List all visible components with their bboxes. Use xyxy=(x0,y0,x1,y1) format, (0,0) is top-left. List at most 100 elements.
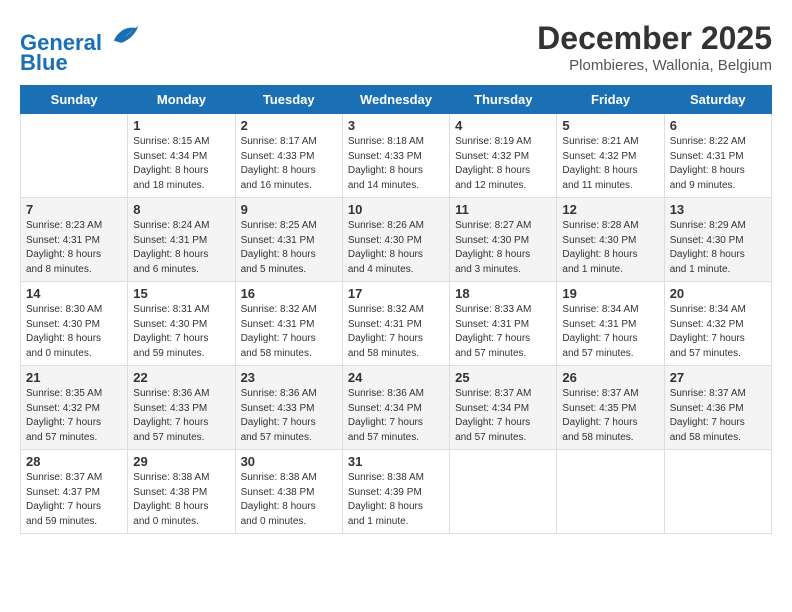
day-info: Sunrise: 8:34 AMSunset: 4:32 PMDaylight:… xyxy=(670,303,766,361)
calendar-cell: 19 Sunrise: 8:34 AMSunset: 4:31 PMDayligh… xyxy=(557,282,664,366)
calendar-week-row: 7 Sunrise: 8:23 AMSunset: 4:31 PMDaylight… xyxy=(21,198,772,282)
day-number: 7 xyxy=(26,202,122,217)
month-title: December 2025 xyxy=(537,20,772,57)
day-info: Sunrise: 8:24 AMSunset: 4:31 PMDaylight:… xyxy=(133,219,229,277)
day-info: Sunrise: 8:37 AMSunset: 4:37 PMDaylight:… xyxy=(26,471,122,529)
day-info: Sunrise: 8:22 AMSunset: 4:31 PMDaylight:… xyxy=(670,135,766,193)
day-number: 20 xyxy=(670,286,766,301)
calendar-cell xyxy=(664,450,771,534)
day-number: 9 xyxy=(241,202,337,217)
day-info: Sunrise: 8:25 AMSunset: 4:31 PMDaylight:… xyxy=(241,219,337,277)
calendar-cell: 30 Sunrise: 8:38 AMSunset: 4:38 PMDayligh… xyxy=(235,450,342,534)
day-number: 12 xyxy=(562,202,658,217)
day-number: 27 xyxy=(670,370,766,385)
location-subtitle: Plombieres, Wallonia, Belgium xyxy=(537,57,772,74)
day-info: Sunrise: 8:26 AMSunset: 4:30 PMDaylight:… xyxy=(348,219,444,277)
calendar-cell: 18 Sunrise: 8:33 AMSunset: 4:31 PMDayligh… xyxy=(450,282,557,366)
day-info: Sunrise: 8:35 AMSunset: 4:32 PMDaylight:… xyxy=(26,387,122,445)
day-info: Sunrise: 8:21 AMSunset: 4:32 PMDaylight:… xyxy=(562,135,658,193)
calendar-week-row: 1Sunrise: 8:15 AMSunset: 4:34 PMDaylight… xyxy=(21,114,772,198)
calendar-cell: 14Sunrise: 8:30 AMSunset: 4:30 PMDayligh… xyxy=(21,282,128,366)
day-info: Sunrise: 8:23 AMSunset: 4:31 PMDaylight:… xyxy=(26,219,122,277)
calendar-cell: 28 Sunrise: 8:37 AMSunset: 4:37 PMDayligh… xyxy=(21,450,128,534)
calendar-cell: 12 Sunrise: 8:28 AMSunset: 4:30 PMDayligh… xyxy=(557,198,664,282)
day-info: Sunrise: 8:31 AMSunset: 4:30 PMDaylight:… xyxy=(133,303,229,361)
page-header: General Blue December 2025 Plombieres, W… xyxy=(20,20,772,75)
day-number: 30 xyxy=(241,454,337,469)
calendar-cell: 29Sunrise: 8:38 AMSunset: 4:38 PMDayligh… xyxy=(128,450,235,534)
day-number: 10 xyxy=(348,202,444,217)
calendar-cell: 13 Sunrise: 8:29 AMSunset: 4:30 PMDayligh… xyxy=(664,198,771,282)
calendar-cell xyxy=(450,450,557,534)
day-info: Sunrise: 8:17 AMSunset: 4:33 PMDaylight:… xyxy=(241,135,337,193)
calendar-day-header: Monday xyxy=(128,86,235,114)
day-info: Sunrise: 8:34 AMSunset: 4:31 PMDaylight:… xyxy=(562,303,658,361)
day-number: 31 xyxy=(348,454,444,469)
day-info: Sunrise: 8:38 AMSunset: 4:38 PMDaylight:… xyxy=(241,471,337,529)
calendar-cell: 5 Sunrise: 8:21 AMSunset: 4:32 PMDaylight… xyxy=(557,114,664,198)
day-number: 23 xyxy=(241,370,337,385)
day-number: 11 xyxy=(455,202,551,217)
calendar-cell: 16 Sunrise: 8:32 AMSunset: 4:31 PMDayligh… xyxy=(235,282,342,366)
calendar-cell: 23 Sunrise: 8:36 AMSunset: 4:33 PMDayligh… xyxy=(235,366,342,450)
day-info: Sunrise: 8:32 AMSunset: 4:31 PMDaylight:… xyxy=(348,303,444,361)
calendar-cell: 25Sunrise: 8:37 AMSunset: 4:34 PMDayligh… xyxy=(450,366,557,450)
day-number: 2 xyxy=(241,118,337,133)
calendar-day-header: Saturday xyxy=(664,86,771,114)
day-info: Sunrise: 8:28 AMSunset: 4:30 PMDaylight:… xyxy=(562,219,658,277)
day-number: 8 xyxy=(133,202,229,217)
calendar-cell: 4Sunrise: 8:19 AMSunset: 4:32 PMDaylight… xyxy=(450,114,557,198)
day-number: 18 xyxy=(455,286,551,301)
day-number: 21 xyxy=(26,370,122,385)
day-info: Sunrise: 8:37 AMSunset: 4:36 PMDaylight:… xyxy=(670,387,766,445)
day-info: Sunrise: 8:30 AMSunset: 4:30 PMDaylight:… xyxy=(26,303,122,361)
calendar-cell: 21 Sunrise: 8:35 AMSunset: 4:32 PMDayligh… xyxy=(21,366,128,450)
day-info: Sunrise: 8:37 AMSunset: 4:34 PMDaylight:… xyxy=(455,387,551,445)
calendar-cell: 7 Sunrise: 8:23 AMSunset: 4:31 PMDaylight… xyxy=(21,198,128,282)
calendar-day-header: Wednesday xyxy=(342,86,449,114)
day-number: 16 xyxy=(241,286,337,301)
day-info: Sunrise: 8:37 AMSunset: 4:35 PMDaylight:… xyxy=(562,387,658,445)
day-info: Sunrise: 8:32 AMSunset: 4:31 PMDaylight:… xyxy=(241,303,337,361)
calendar-cell xyxy=(21,114,128,198)
calendar-header-row: SundayMondayTuesdayWednesdayThursdayFrid… xyxy=(21,86,772,114)
calendar-cell: 6 Sunrise: 8:22 AMSunset: 4:31 PMDaylight… xyxy=(664,114,771,198)
day-info: Sunrise: 8:19 AMSunset: 4:32 PMDaylight:… xyxy=(455,135,551,193)
day-number: 26 xyxy=(562,370,658,385)
calendar-cell: 10 Sunrise: 8:26 AMSunset: 4:30 PMDayligh… xyxy=(342,198,449,282)
calendar-table: SundayMondayTuesdayWednesdayThursdayFrid… xyxy=(20,85,772,534)
day-info: Sunrise: 8:36 AMSunset: 4:33 PMDaylight:… xyxy=(241,387,337,445)
day-number: 29 xyxy=(133,454,229,469)
calendar-week-row: 28 Sunrise: 8:37 AMSunset: 4:37 PMDayligh… xyxy=(21,450,772,534)
logo-bird-icon xyxy=(110,20,140,50)
logo: General Blue xyxy=(20,20,140,75)
calendar-cell: 9 Sunrise: 8:25 AMSunset: 4:31 PMDaylight… xyxy=(235,198,342,282)
calendar-cell: 15 Sunrise: 8:31 AMSunset: 4:30 PMDayligh… xyxy=(128,282,235,366)
calendar-cell: 27 Sunrise: 8:37 AMSunset: 4:36 PMDayligh… xyxy=(664,366,771,450)
day-info: Sunrise: 8:27 AMSunset: 4:30 PMDaylight:… xyxy=(455,219,551,277)
day-number: 15 xyxy=(133,286,229,301)
calendar-cell: 11 Sunrise: 8:27 AMSunset: 4:30 PMDayligh… xyxy=(450,198,557,282)
calendar-cell: 31 Sunrise: 8:38 AMSunset: 4:39 PMDayligh… xyxy=(342,450,449,534)
day-number: 5 xyxy=(562,118,658,133)
day-info: Sunrise: 8:36 AMSunset: 4:34 PMDaylight:… xyxy=(348,387,444,445)
calendar-week-row: 21 Sunrise: 8:35 AMSunset: 4:32 PMDayligh… xyxy=(21,366,772,450)
calendar-cell: 26 Sunrise: 8:37 AMSunset: 4:35 PMDayligh… xyxy=(557,366,664,450)
calendar-cell: 1Sunrise: 8:15 AMSunset: 4:34 PMDaylight… xyxy=(128,114,235,198)
day-number: 28 xyxy=(26,454,122,469)
calendar-day-header: Friday xyxy=(557,86,664,114)
day-number: 24 xyxy=(348,370,444,385)
day-number: 6 xyxy=(670,118,766,133)
calendar-cell: 22Sunrise: 8:36 AMSunset: 4:33 PMDayligh… xyxy=(128,366,235,450)
day-info: Sunrise: 8:38 AMSunset: 4:39 PMDaylight:… xyxy=(348,471,444,529)
day-info: Sunrise: 8:33 AMSunset: 4:31 PMDaylight:… xyxy=(455,303,551,361)
day-info: Sunrise: 8:29 AMSunset: 4:30 PMDaylight:… xyxy=(670,219,766,277)
day-number: 17 xyxy=(348,286,444,301)
calendar-cell: 8 Sunrise: 8:24 AMSunset: 4:31 PMDaylight… xyxy=(128,198,235,282)
day-info: Sunrise: 8:18 AMSunset: 4:33 PMDaylight:… xyxy=(348,135,444,193)
calendar-cell: 24 Sunrise: 8:36 AMSunset: 4:34 PMDayligh… xyxy=(342,366,449,450)
day-number: 19 xyxy=(562,286,658,301)
day-number: 3 xyxy=(348,118,444,133)
day-number: 22 xyxy=(133,370,229,385)
day-number: 13 xyxy=(670,202,766,217)
